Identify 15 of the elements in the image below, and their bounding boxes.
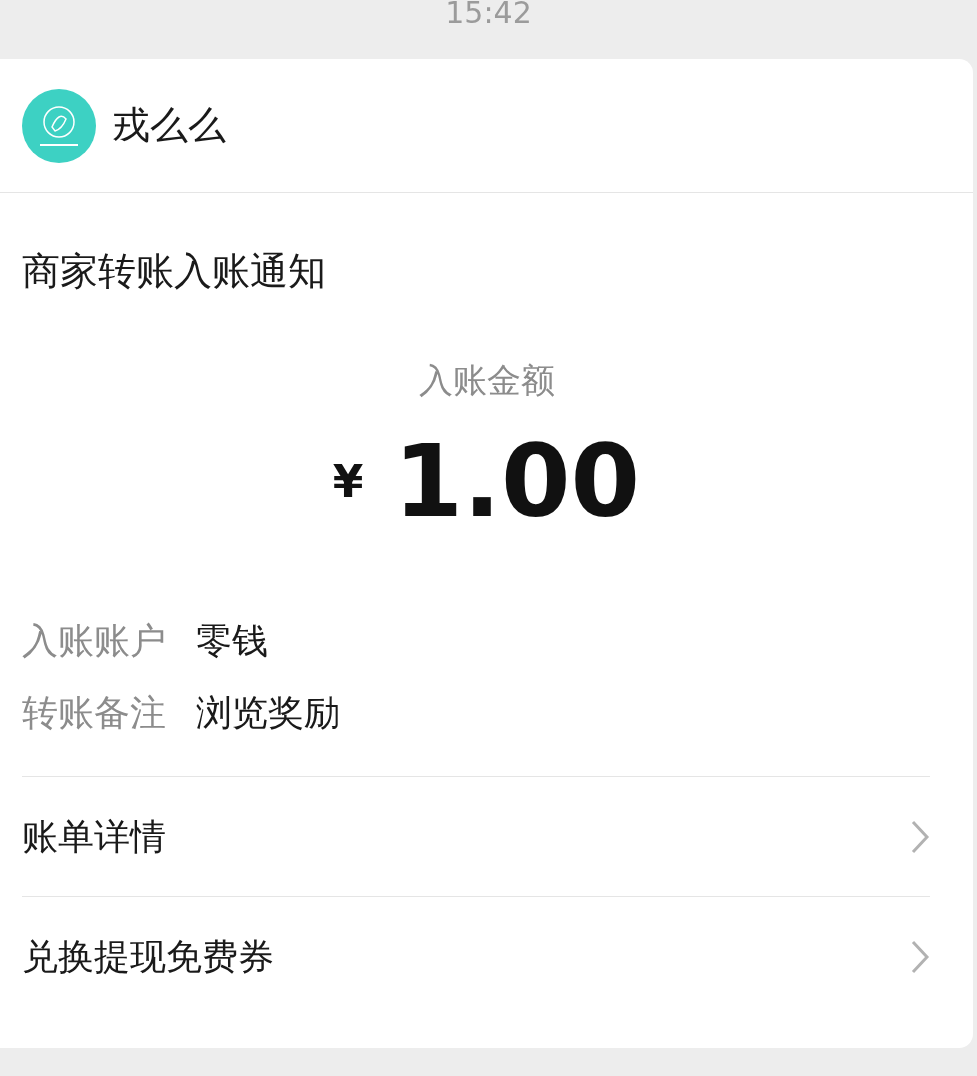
currency-symbol: ¥: [332, 455, 364, 509]
notification-title: 商家转账入账通知: [22, 249, 326, 293]
message-time: 15:42: [445, 0, 532, 26]
link-row[interactable]: 兑换提现免费券: [22, 896, 930, 1016]
chevron-icon: [910, 818, 930, 855]
sender-name: 戎么么: [112, 102, 226, 149]
detail-label: 转账备注: [22, 691, 166, 735]
amount-value: 1.00: [393, 427, 641, 537]
amount-label: 入账金额: [418, 359, 555, 402]
detail-value: 浏览奖励: [196, 691, 340, 735]
detail-value: 零钱: [196, 619, 268, 663]
chevron-icon: [910, 938, 930, 975]
link-row[interactable]: 账单详情: [22, 776, 930, 896]
avatar-icon: [22, 88, 96, 163]
detail-label: 入账账户: [22, 619, 166, 663]
